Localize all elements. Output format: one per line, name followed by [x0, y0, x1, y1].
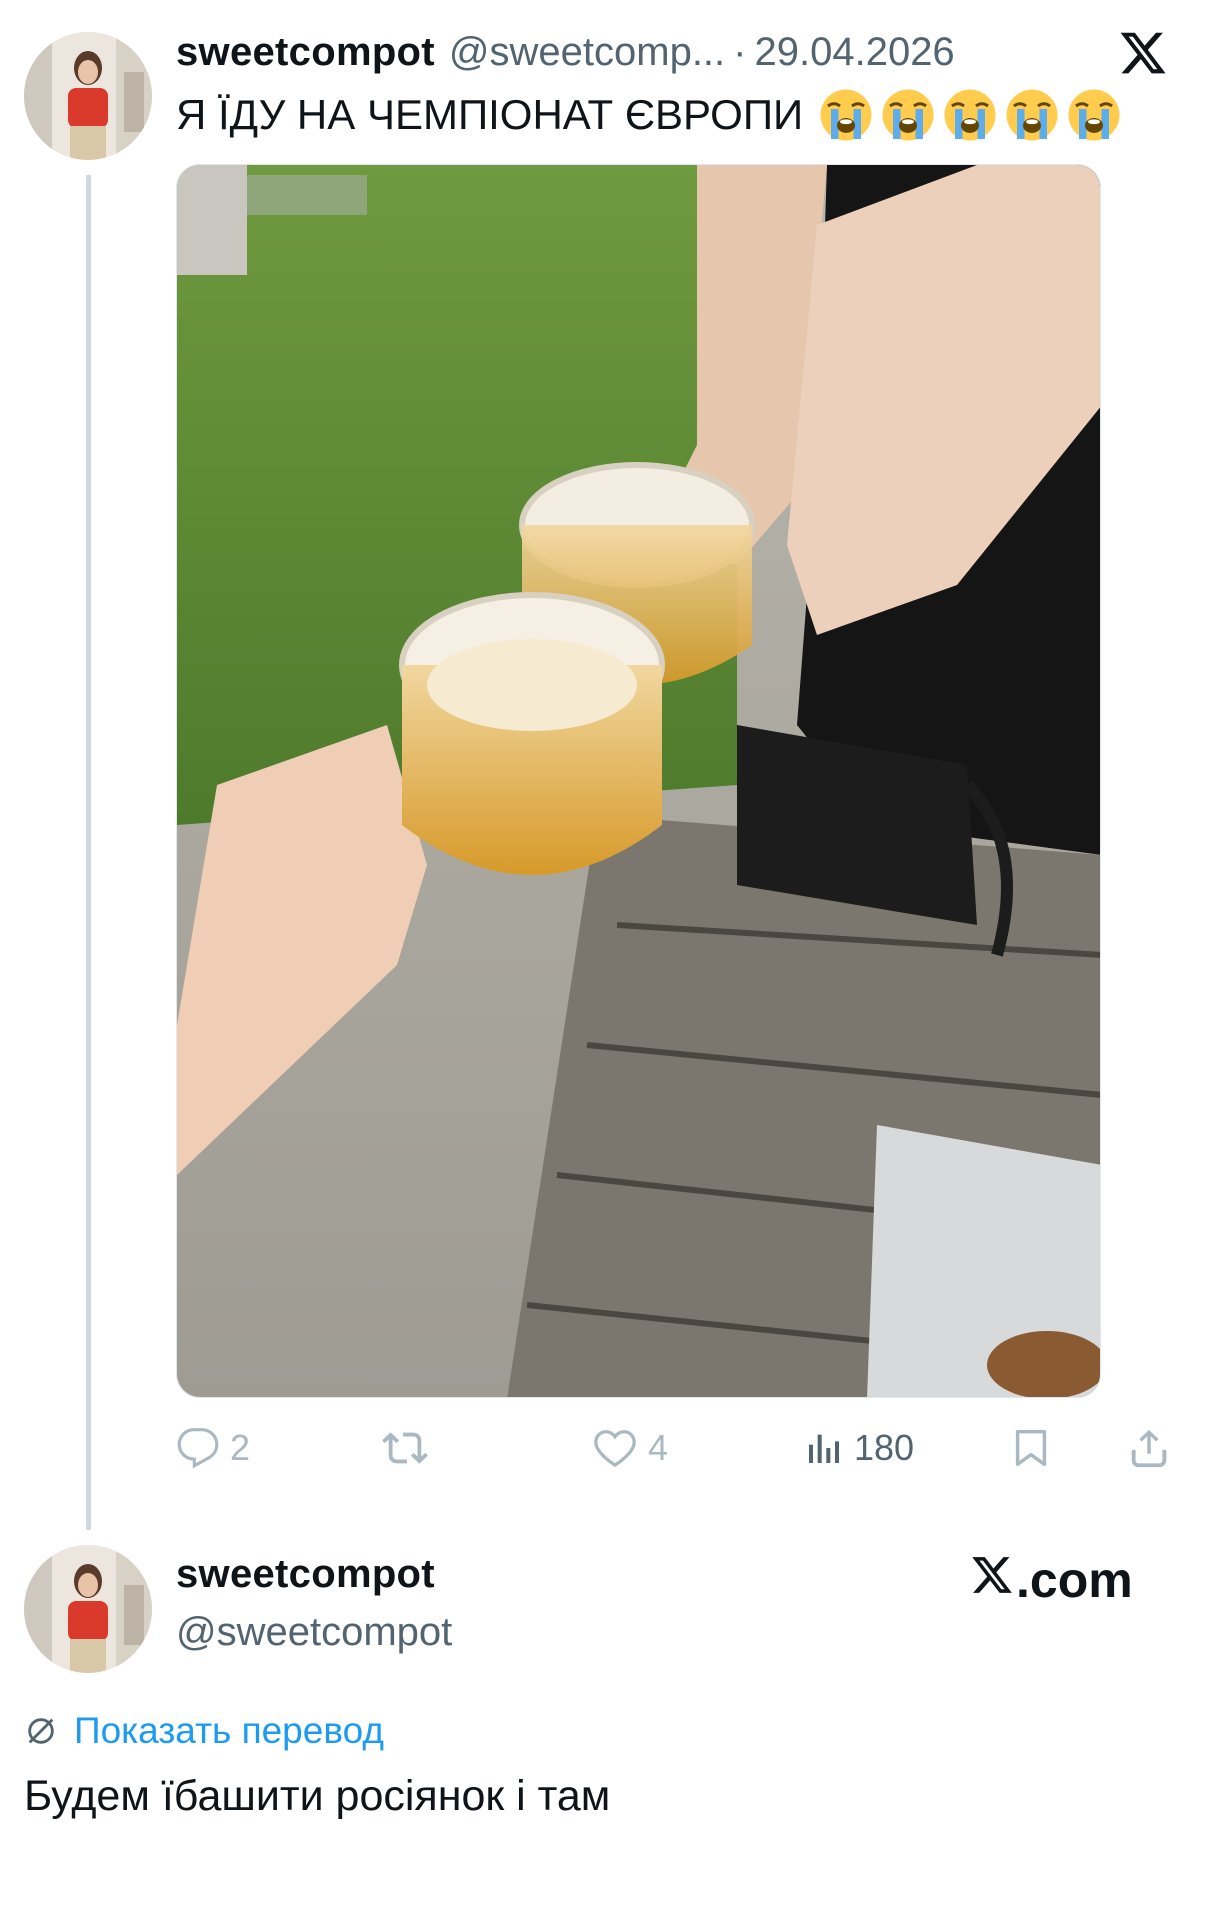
- display-name[interactable]: sweetcompot: [176, 30, 435, 75]
- loudly-crying-face-icon: [1067, 88, 1121, 142]
- share-button[interactable]: [1126, 1418, 1172, 1478]
- views-button[interactable]: 180: [804, 1418, 914, 1478]
- tweet-header: sweetcompot @sweetcomp... · 29.04.2026: [176, 30, 955, 80]
- heart-icon: [592, 1425, 638, 1471]
- views-count: 180: [854, 1427, 915, 1468]
- profile-display-name[interactable]: sweetcompot: [176, 1552, 435, 1597]
- x-logo-icon[interactable]: [1118, 28, 1168, 78]
- reply-count: 2: [230, 1427, 251, 1468]
- repost-icon: [382, 1425, 428, 1471]
- reply-icon: [176, 1426, 220, 1470]
- like-button[interactable]: 4: [592, 1418, 668, 1478]
- avatar[interactable]: [24, 32, 152, 160]
- bookmark-icon: [1008, 1425, 1054, 1471]
- bookmark-button[interactable]: [1008, 1418, 1054, 1478]
- tweet-photo[interactable]: [176, 164, 1101, 1398]
- loudly-crying-face-icon: [819, 88, 873, 142]
- show-translation-label: Показать перевод: [74, 1710, 384, 1751]
- like-count: 4: [648, 1427, 669, 1468]
- post-date[interactable]: 29.04.2026: [754, 30, 954, 75]
- profile-handle[interactable]: @sweetcompot: [176, 1610, 452, 1655]
- thread-line: [86, 175, 91, 1530]
- tweet-actions: 2 4 180: [176, 1418, 1176, 1478]
- globe-translate-icon: [24, 1714, 58, 1748]
- x-com-label: .com: [1016, 1552, 1133, 1608]
- tweet-text-content: Я ЇДУ НА ЧЕМПІОНАТ ЄВРОПИ: [176, 91, 804, 138]
- share-icon: [1126, 1425, 1172, 1471]
- reply-button[interactable]: 2: [176, 1418, 250, 1478]
- loudly-crying-face-icon: [1005, 88, 1059, 142]
- loudly-crying-face-icon: [943, 88, 997, 142]
- emoji-row: [819, 88, 1121, 142]
- dot-separator: ·: [733, 30, 747, 74]
- user-handle[interactable]: @sweetcomp...: [449, 30, 725, 75]
- profile-avatar[interactable]: [24, 1545, 152, 1673]
- x-com-link[interactable]: .com: [970, 1550, 1133, 1610]
- tweet-text: Я ЇДУ НА ЧЕМПІОНАТ ЄВРОПИ: [176, 88, 1121, 142]
- show-translation-link[interactable]: Показать перевод: [24, 1710, 384, 1752]
- x-logo-icon: [970, 1551, 1014, 1609]
- repost-button[interactable]: [382, 1418, 438, 1478]
- loudly-crying-face-icon: [881, 88, 935, 142]
- translated-text: Будем їбашити росіянок і там: [24, 1772, 611, 1820]
- views-bar-chart-icon: [804, 1428, 844, 1468]
